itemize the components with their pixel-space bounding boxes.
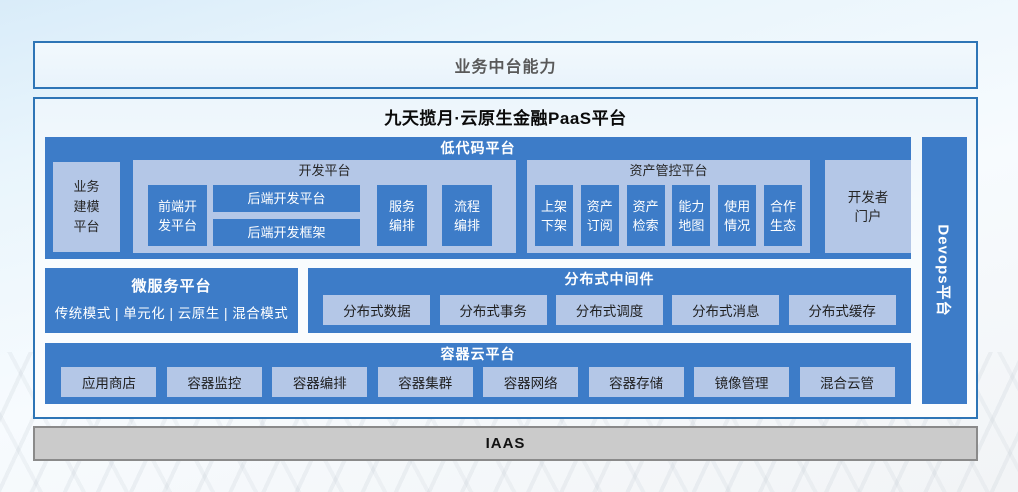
process-orch-line: 流程 [454, 197, 480, 216]
process-orchestration-box: 流程 编排 [442, 185, 492, 246]
asset-item-line: 检索 [633, 216, 659, 235]
container-network-box: 容器网络 [483, 367, 578, 397]
distributed-transaction-box: 分布式事务 [440, 295, 547, 325]
asset-item-line: 能力 [678, 197, 704, 216]
frontend-dev-line: 发平台 [158, 216, 197, 235]
service-orch-line: 服务 [389, 197, 415, 216]
microservice-platform-title: 微服务平台 [45, 276, 298, 298]
app-store-box: 应用商店 [61, 367, 156, 397]
backend-dev-framework-box: 后端开发框架 [213, 219, 360, 246]
iaas-bar: IAAS [33, 426, 978, 461]
service-orch-line: 编排 [389, 216, 415, 235]
developer-portal-line: 开发者 [848, 188, 889, 207]
backend-dev-framework-label: 后端开发框架 [247, 223, 325, 242]
business-middle-platform-label: 业务中台能力 [454, 53, 556, 77]
business-modeling-line: 业务 [73, 177, 99, 197]
asset-control-row: 上架 下架 资产 订阅 资产 检索 能力 地图 使用 情况 [535, 185, 802, 246]
developer-portal-line: 门户 [855, 207, 882, 226]
devops-platform-label: Devops平台 [934, 224, 955, 316]
iaas-label: IAAS [486, 435, 526, 452]
asset-item-line: 下架 [541, 216, 567, 235]
service-orchestration-box: 服务 编排 [377, 185, 427, 246]
distributed-message-box: 分布式消息 [672, 295, 779, 325]
developer-portal-box: 开发者 门户 [825, 160, 911, 253]
container-monitoring-box: 容器监控 [167, 367, 262, 397]
backend-dev-platform-label: 后端开发平台 [247, 189, 325, 208]
devops-platform-bar: Devops平台 [922, 137, 967, 404]
frontend-dev-line: 前端开 [158, 197, 197, 216]
asset-item-line: 使用 [724, 197, 750, 216]
business-modeling-platform-box: 业务 建模 平台 [53, 162, 120, 252]
usage-status-box: 使用 情况 [718, 185, 756, 246]
backend-stack: 后端开发平台 后端开发框架 [213, 185, 360, 246]
frontend-dev-platform-box: 前端开 发平台 [148, 185, 207, 246]
asset-item-line: 订阅 [587, 216, 613, 235]
distributed-cache-box: 分布式缓存 [789, 295, 896, 325]
business-middle-platform-banner: 业务中台能力 [33, 41, 978, 89]
asset-item-line: 资产 [633, 197, 659, 216]
microservice-platform-section: 微服务平台 传统模式 | 单元化 | 云原生 | 混合模式 [45, 268, 298, 333]
hybrid-cloud-management-box: 混合云管 [800, 367, 895, 397]
distributed-middleware-section: 分布式中间件 分布式数据 分布式事务 分布式调度 分布式消息 分布式缓存 [308, 268, 911, 333]
container-cloud-platform-title: 容器云平台 [45, 343, 911, 365]
cooperation-ecosystem-box: 合作 生态 [764, 185, 802, 246]
distributed-middleware-title: 分布式中间件 [308, 268, 911, 290]
asset-search-box: 资产 检索 [627, 185, 665, 246]
lowcode-platform-section: 低代码平台 业务 建模 平台 开发平台 前端开 发平台 后端开发平台 后端开发框… [45, 137, 911, 259]
business-modeling-line: 平台 [73, 217, 99, 237]
distributed-scheduling-box: 分布式调度 [556, 295, 663, 325]
container-storage-box: 容器存储 [589, 367, 684, 397]
lowcode-platform-title: 低代码平台 [45, 137, 911, 159]
asset-item-line: 情况 [724, 216, 750, 235]
paas-platform-title: 九天揽月·云原生金融PaaS平台 [35, 104, 976, 129]
dev-platform-title: 开发平台 [133, 160, 516, 181]
dev-platform-row: 前端开 发平台 后端开发平台 后端开发框架 服务 编排 流程 [148, 185, 492, 246]
asset-subscription-box: 资产 订阅 [581, 185, 619, 246]
asset-onoff-shelf-box: 上架 下架 [535, 185, 573, 246]
process-orch-line: 编排 [454, 216, 480, 235]
container-cloud-platform-section: 容器云平台 应用商店 容器监控 容器编排 容器集群 容器网络 容器存储 镜像管理… [45, 343, 911, 404]
distributed-data-box: 分布式数据 [323, 295, 430, 325]
container-orchestration-box: 容器编排 [272, 367, 367, 397]
microservice-modes-label: 传统模式 | 单元化 | 云原生 | 混合模式 [45, 302, 298, 322]
asset-item-line: 上架 [541, 197, 567, 216]
capability-map-box: 能力 地图 [672, 185, 710, 246]
middleware-row: 分布式数据 分布式事务 分布式调度 分布式消息 分布式缓存 [314, 294, 905, 325]
asset-control-platform-panel: 资产管控平台 上架 下架 资产 订阅 资产 检索 能力 地图 [527, 160, 810, 253]
business-modeling-line: 建模 [73, 197, 99, 217]
image-management-box: 镜像管理 [694, 367, 789, 397]
dev-platform-panel: 开发平台 前端开 发平台 后端开发平台 后端开发框架 服务 编排 [133, 160, 516, 253]
backend-dev-platform-box: 后端开发平台 [213, 185, 360, 212]
asset-control-platform-title: 资产管控平台 [527, 160, 810, 181]
paas-platform-box: 九天揽月·云原生金融PaaS平台 低代码平台 业务 建模 平台 开发平台 前端开… [33, 97, 978, 419]
container-cluster-box: 容器集群 [378, 367, 473, 397]
asset-item-line: 合作 [770, 197, 796, 216]
asset-item-line: 地图 [678, 216, 704, 235]
asset-item-line: 生态 [770, 216, 796, 235]
container-row: 应用商店 容器监控 容器编排 容器集群 容器网络 容器存储 镜像管理 混合云管 [51, 367, 905, 397]
asset-item-line: 资产 [587, 197, 613, 216]
